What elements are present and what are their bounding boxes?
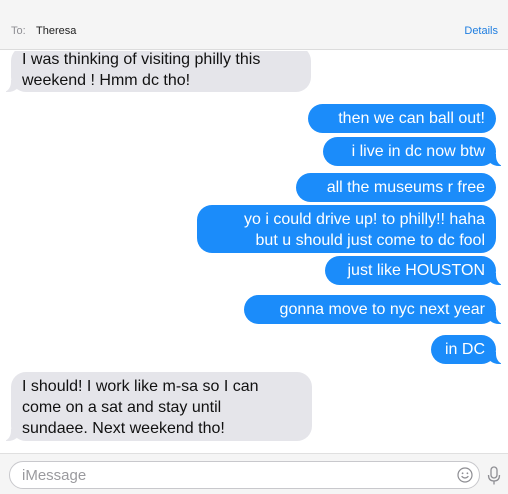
message-line: then we can ball out! (338, 110, 485, 127)
outgoing-message-bubble[interactable]: yo i could drive up! to philly!! haha bu… (197, 205, 496, 253)
imessage-input[interactable] (22, 465, 442, 485)
outgoing-message-bubble[interactable]: i live in dc now btw (323, 137, 506, 166)
message-line: I should! I work like m-sa so I can (22, 378, 259, 395)
incoming-message-bubble[interactable]: I should! I work like m-sa so I can come… (1, 372, 312, 441)
message-line: come on a sat and stay until (22, 399, 222, 416)
message-line: i live in dc now btw (351, 143, 485, 160)
message-line: sundaee. Next weekend tho! (22, 420, 225, 437)
message-line: gonna move to nyc next year (279, 301, 485, 318)
outgoing-message-bubble[interactable]: gonna move to nyc next year (244, 295, 506, 324)
incoming-message-bubble[interactable]: I was thinking of visiting philly this w… (1, 51, 311, 92)
details-button[interactable]: Details (464, 25, 498, 37)
message-line: in DC (444, 341, 485, 358)
message-field[interactable] (9, 461, 480, 489)
microphone-icon[interactable] (487, 466, 501, 486)
message-line: yo i could drive up! to philly!! haha (243, 211, 485, 228)
message-line: weekend ! Hmm dc tho! (22, 72, 191, 89)
outgoing-message-bubble[interactable]: just like HOUSTON (325, 256, 506, 285)
emoji-icon[interactable] (457, 467, 473, 483)
outgoing-message-bubble[interactable]: in DC (431, 335, 506, 364)
message-line: but u should just come to dc fool (255, 232, 485, 249)
outgoing-message-bubble[interactable]: then we can ball out! (308, 104, 496, 133)
message-line: just like HOUSTON (347, 262, 485, 279)
message-thread[interactable]: I was thinking of visiting philly this w… (0, 51, 508, 453)
message-composer (0, 453, 508, 494)
recipient-name[interactable]: Theresa (36, 25, 76, 37)
message-line: I was thinking of visiting philly this (22, 51, 261, 68)
message-line: all the museums r free (326, 179, 485, 196)
to-label: To: (11, 25, 26, 37)
conversation-header: To: Theresa Details (0, 0, 508, 50)
outgoing-message-bubble[interactable]: all the museums r free (296, 173, 496, 202)
